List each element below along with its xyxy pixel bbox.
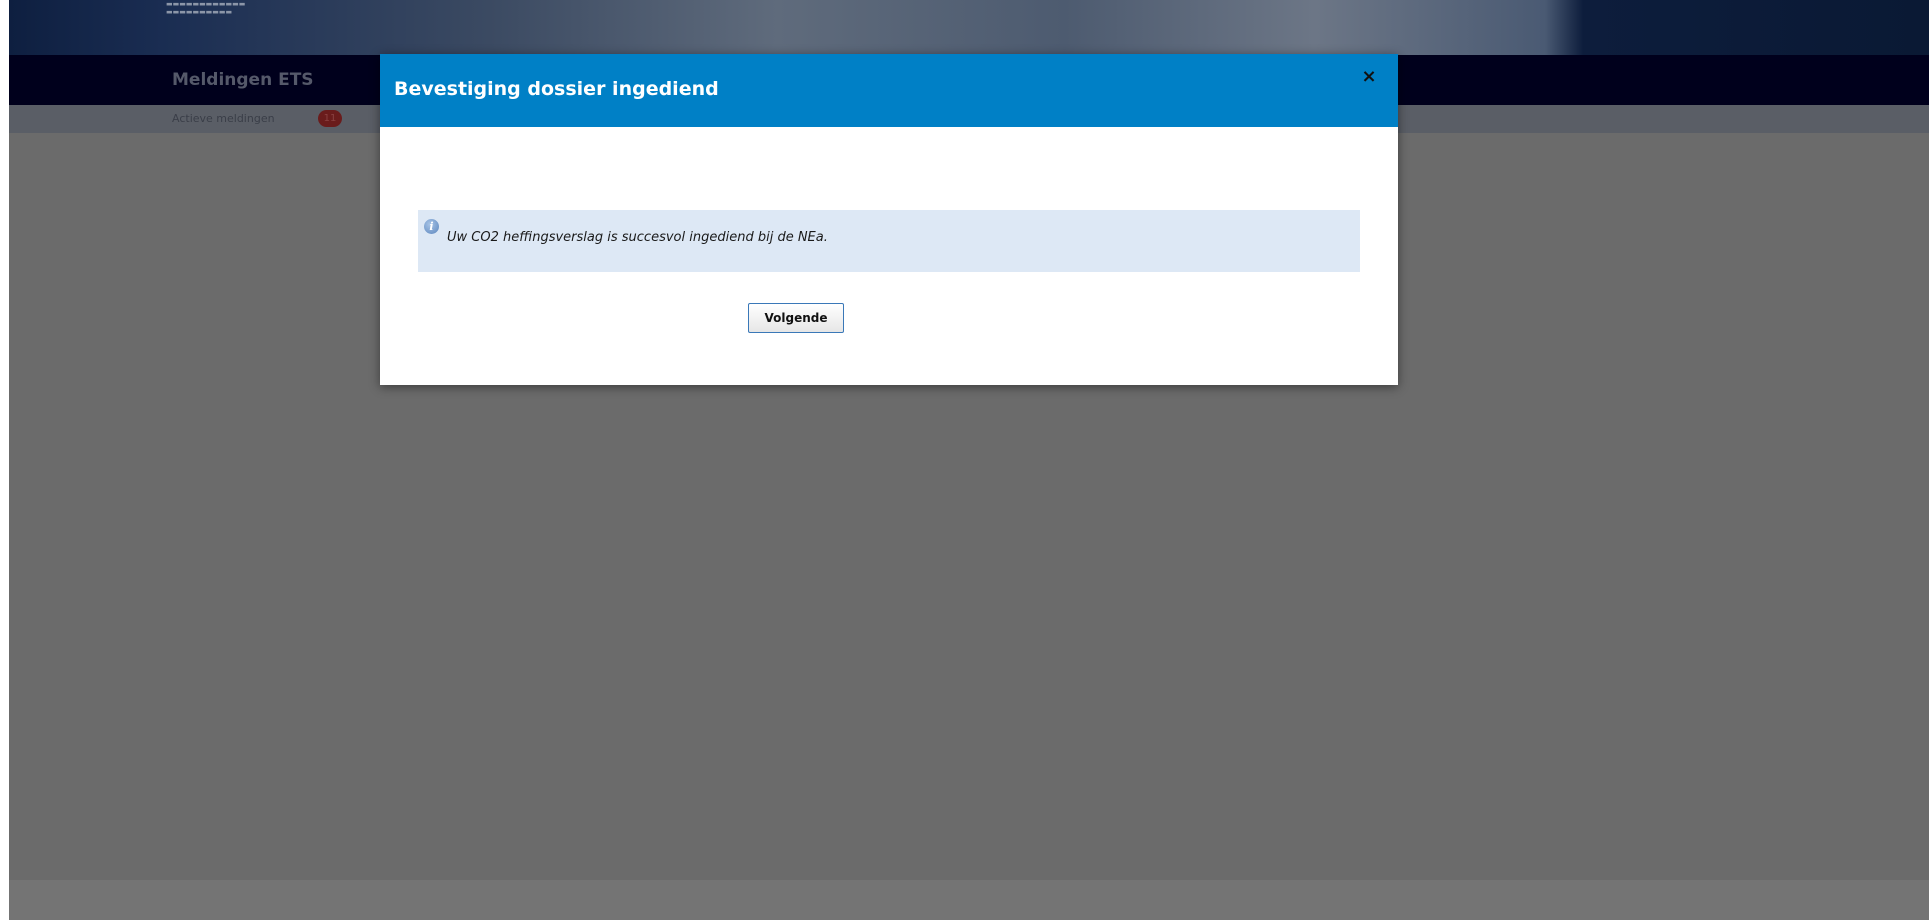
info-message-box: i Uw CO2 heffingsverslag is succesvol in… bbox=[418, 210, 1360, 272]
info-message-text: Uw CO2 heffingsverslag is succesvol inge… bbox=[447, 230, 828, 245]
notification-count-badge: 11 bbox=[318, 110, 342, 127]
dialog-header: Bevestiging dossier ingediend × bbox=[380, 54, 1398, 127]
active-notifications-link[interactable]: Actieve meldingen bbox=[172, 112, 275, 125]
org-logo-text: ▬▬▬▬▬▬▬▬▬▬▬▬ ▬▬▬▬▬▬▬▬▬▬ bbox=[166, 0, 246, 16]
dialog-title: Bevestiging dossier ingediend bbox=[394, 78, 719, 100]
nav-title[interactable]: Meldingen ETS bbox=[172, 70, 314, 90]
confirmation-dialog: Bevestiging dossier ingediend × i Uw CO2… bbox=[380, 54, 1398, 385]
header-banner: ▬▬▬▬▬▬▬▬▬▬▬▬ ▬▬▬▬▬▬▬▬▬▬ bbox=[9, 0, 1929, 55]
left-edge bbox=[0, 0, 9, 920]
footer bbox=[9, 880, 1929, 920]
info-icon: i bbox=[424, 219, 439, 234]
next-button[interactable]: Volgende bbox=[748, 303, 844, 333]
close-icon[interactable]: × bbox=[1360, 68, 1378, 86]
